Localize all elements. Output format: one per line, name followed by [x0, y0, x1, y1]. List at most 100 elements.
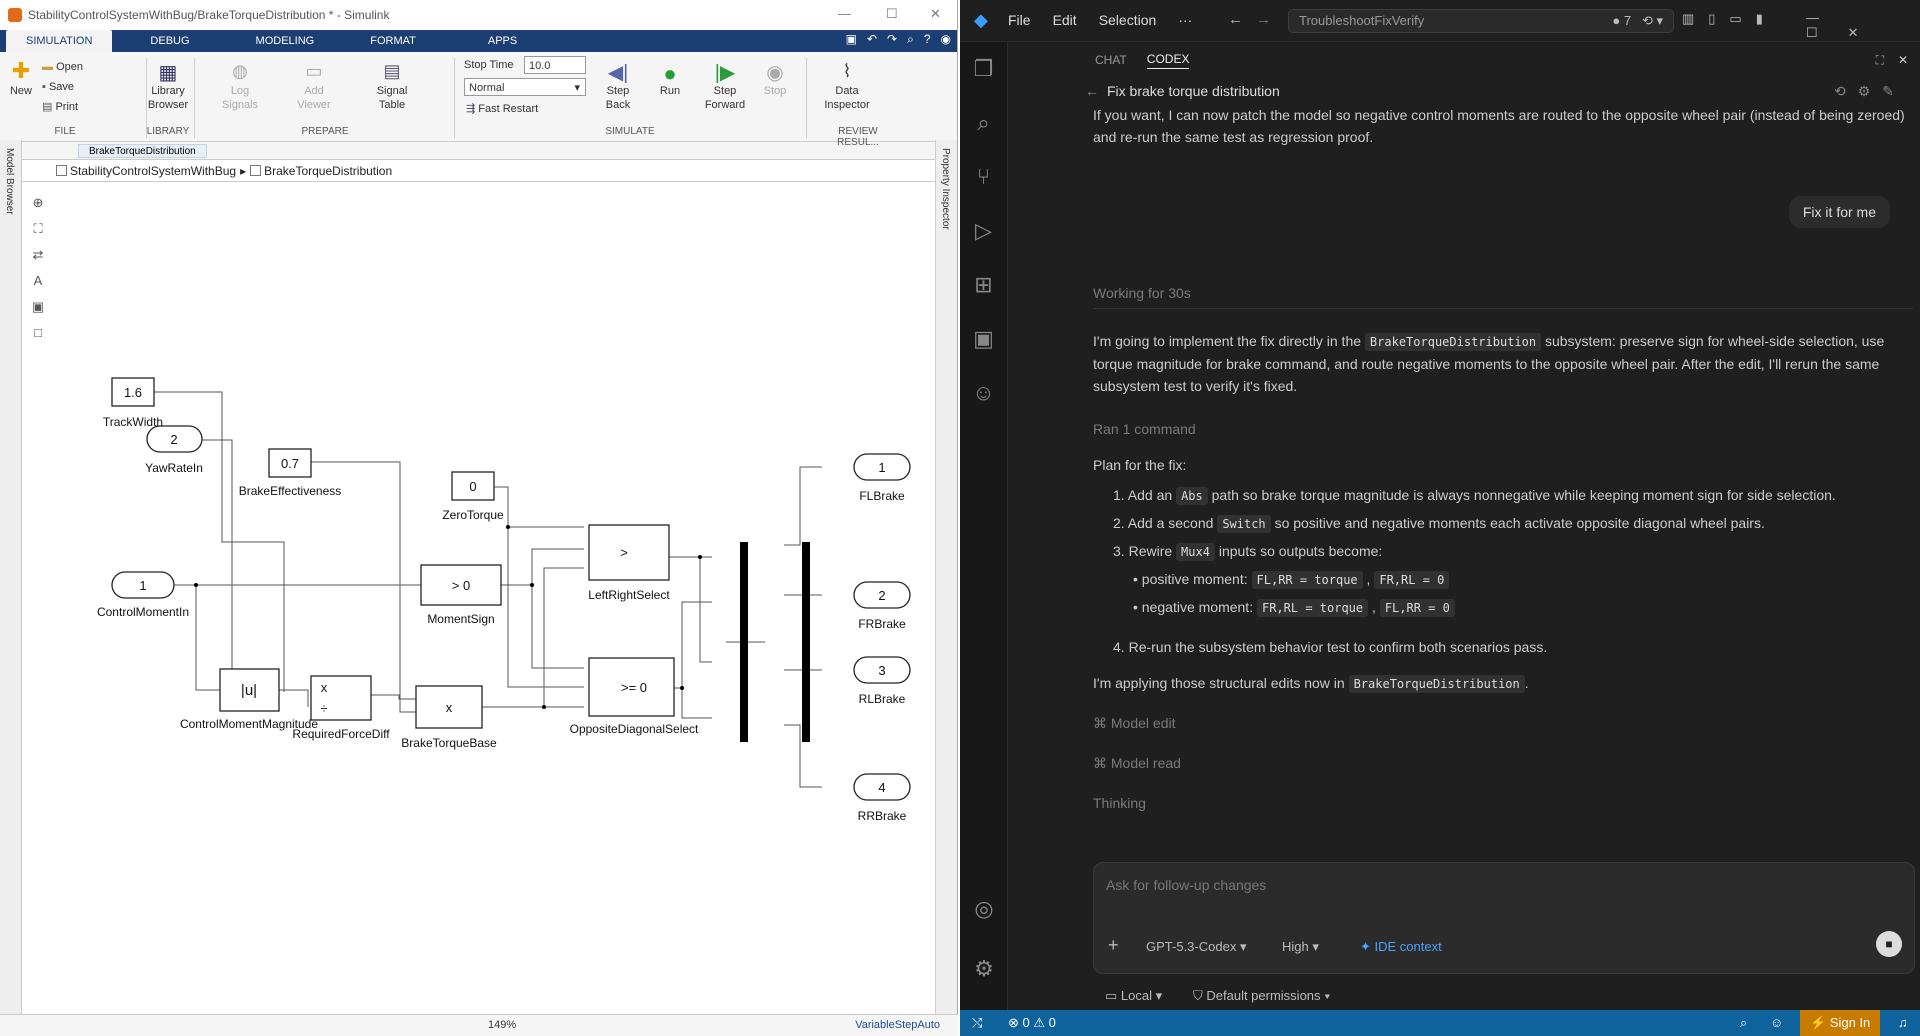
stop-button[interactable]: ◉ Stop — [760, 60, 790, 98]
maximize-icon[interactable]: ☐ — [886, 6, 898, 22]
chat-input[interactable]: Ask for follow-up changes — [1106, 877, 1266, 893]
new-button[interactable]: ✚ New — [6, 60, 36, 98]
signal-table-button[interactable]: ▤ Signal Table — [370, 60, 414, 113]
permissions-selector[interactable]: ⛉ Default permissions ▾ — [1193, 988, 1331, 1004]
add-context-icon[interactable]: + — [1108, 935, 1119, 956]
menu-selection[interactable]: Selection — [1099, 12, 1157, 28]
layout-icons[interactable]: ▥▯▭▮ — [1682, 11, 1777, 27]
print-button[interactable]: ▤ Print — [42, 100, 78, 114]
step-back-button[interactable]: ◀| Step Back — [600, 60, 636, 113]
fast-restart-icon: ⇶ — [466, 103, 476, 115]
tab-chat[interactable]: CHAT — [1095, 53, 1127, 67]
image-icon[interactable]: ▣ — [26, 299, 50, 325]
menu-more[interactable]: ··· — [1178, 12, 1192, 28]
ribbon: ✚ New ▬ Open ▪ Save ▤ Print FILE ▦ Library… — [0, 52, 957, 148]
settings-icon[interactable]: ◉ — [941, 32, 951, 47]
demux-block[interactable] — [740, 542, 748, 742]
save-quick-icon[interactable]: ▣ — [846, 32, 857, 47]
zoom-status-icon[interactable]: ⌕ — [1740, 1015, 1747, 1031]
close-panel-icon[interactable]: ✕ — [1898, 53, 1908, 67]
block-diagram: 1.6 TrackWidth 2 YawRateIn 0.7 BrakeEffe… — [97, 377, 911, 823]
effort-selector[interactable]: High ▾ — [1282, 939, 1319, 955]
thread-action-icons[interactable]: ⟲⚙✎ — [1834, 83, 1906, 100]
wire-sign-b — [501, 584, 584, 669]
model-browser-label[interactable]: Model Browser — [4, 148, 15, 215]
explorer-icon[interactable]: ❐ — [960, 42, 1007, 96]
annotation-icon[interactable]: A — [26, 273, 50, 299]
data-inspector-button[interactable]: ⌇ Data Inspector — [818, 60, 876, 113]
breadcrumb-current[interactable]: BrakeTorqueDistribution — [264, 164, 392, 178]
copilot-icon[interactable]: ☺ — [960, 366, 1007, 420]
copilot-status-icon[interactable]: ☺ — [1770, 1015, 1783, 1030]
ide-context-toggle[interactable]: ✦ IDE context — [1360, 939, 1442, 955]
model-read-step[interactable]: ⌘ Model read — [1093, 752, 1913, 774]
breadcrumb-root[interactable]: StabilityControlSystemWithBug — [70, 164, 236, 178]
menu-edit[interactable]: Edit — [1053, 12, 1077, 28]
leftright-block[interactable] — [588, 524, 670, 581]
user-message: Fix it for me — [1788, 196, 1890, 228]
run-button[interactable]: ● Run — [654, 60, 686, 98]
help-icon[interactable]: ? — [924, 32, 931, 47]
log-signals-button[interactable]: ◍ Log Signals — [218, 60, 262, 113]
close-icon[interactable]: ✕ — [930, 6, 941, 22]
mux4-block[interactable] — [802, 542, 810, 742]
step-forward-button[interactable]: |▶ Step Forward — [702, 60, 748, 113]
forward-icon[interactable]: → — [1256, 11, 1271, 28]
copilot-badge[interactable]: ● 7 ⟲ ▾ — [1612, 13, 1663, 29]
solver-link[interactable]: VariableStepAuto — [855, 1019, 940, 1031]
back-icon[interactable]: ← — [1228, 11, 1243, 28]
model-selector[interactable]: GPT-5.3-Codex ▾ — [1146, 939, 1246, 955]
ran-command[interactable]: Ran 1 command — [1093, 418, 1913, 440]
area-icon[interactable]: □ — [26, 325, 50, 351]
remote-icon[interactable]: ▣ — [960, 312, 1007, 366]
tab-apps[interactable]: APPS — [444, 30, 561, 52]
zoom-icon[interactable]: ⌕ — [907, 32, 914, 47]
redo-icon[interactable]: ↷ — [887, 32, 897, 47]
stop-icon[interactable]: ■ — [1876, 931, 1902, 957]
command-center[interactable]: TroubleshootFixVerify ● 7 ⟲ ▾ — [1288, 9, 1674, 33]
model-edit-step[interactable]: ⌘ Model edit — [1093, 712, 1913, 734]
model-canvas[interactable]: 1.6 TrackWidth 2 YawRateIn 0.7 BrakeEffe… — [54, 182, 934, 1006]
save-button[interactable]: ▪ Save — [42, 80, 74, 94]
stop-time-input[interactable]: 10.0 — [524, 56, 586, 74]
search-icon[interactable]: ⌕ — [960, 96, 1007, 150]
tab-codex[interactable]: CODEX — [1146, 52, 1190, 69]
library-browser-button[interactable]: ▦ Library Browser — [146, 60, 190, 113]
remote-status-icon[interactable]: ⤭ — [972, 1015, 982, 1031]
account-icon[interactable]: ◎ — [960, 882, 1008, 936]
open-button[interactable]: ▬ Open — [42, 60, 83, 74]
tab-modeling[interactable]: MODELING — [228, 30, 343, 52]
undo-icon[interactable]: ↶ — [867, 32, 877, 47]
sign-in-button[interactable]: ⚡ Sign In — [1800, 1010, 1881, 1036]
wire-sign-a — [531, 548, 584, 585]
arrow-icon[interactable]: ⇄ — [26, 247, 50, 273]
tab-simulation[interactable]: SIMULATION — [6, 30, 113, 52]
sim-mode-select[interactable]: Normal ▾ — [464, 78, 586, 96]
add-viewer-button[interactable]: ▭ Add Viewer — [292, 60, 336, 113]
opp-op: >= 0 — [621, 680, 647, 695]
fast-restart-toggle[interactable]: ⇶ Fast Restart — [466, 102, 538, 116]
fit-view-icon[interactable]: ⛶ — [26, 221, 50, 247]
source-control-icon[interactable]: ⑂ — [960, 150, 1007, 204]
maximize-panel-icon[interactable]: ⛶ — [1876, 53, 1884, 68]
junction — [680, 686, 684, 690]
local-selector[interactable]: ▭ Local ▾ — [1105, 988, 1162, 1004]
window-controls[interactable]: —☐✕ — [1806, 10, 1920, 41]
window-title: StabilityControlSystemWithBug/BrakeTorqu… — [28, 8, 390, 22]
zoom-in-icon[interactable]: ⊕ — [26, 195, 50, 221]
tab-debug[interactable]: DEBUG — [112, 30, 227, 52]
property-inspector-label[interactable]: Property Inspector — [940, 148, 951, 230]
extensions-icon[interactable]: ⊞ — [960, 258, 1007, 312]
model-tab[interactable]: BrakeTorqueDistribution — [78, 143, 207, 158]
bell-icon[interactable]: ♫ — [1898, 1015, 1908, 1030]
menu-file[interactable]: File — [1008, 12, 1031, 28]
model-browser-bar[interactable]: Model Browser — [0, 140, 22, 1020]
minimize-icon[interactable]: — — [838, 6, 851, 21]
divider — [194, 58, 195, 138]
property-inspector-bar[interactable]: Property Inspector — [935, 140, 957, 1020]
run-debug-icon[interactable]: ▷ — [960, 204, 1007, 258]
back-arrow-icon[interactable]: ← — [1085, 83, 1099, 99]
tab-format[interactable]: FORMAT — [342, 30, 444, 52]
gear-icon[interactable]: ⚙ — [960, 942, 1008, 996]
problems-status[interactable]: ⊗ 0 ⚠ 0 — [1008, 1015, 1056, 1031]
